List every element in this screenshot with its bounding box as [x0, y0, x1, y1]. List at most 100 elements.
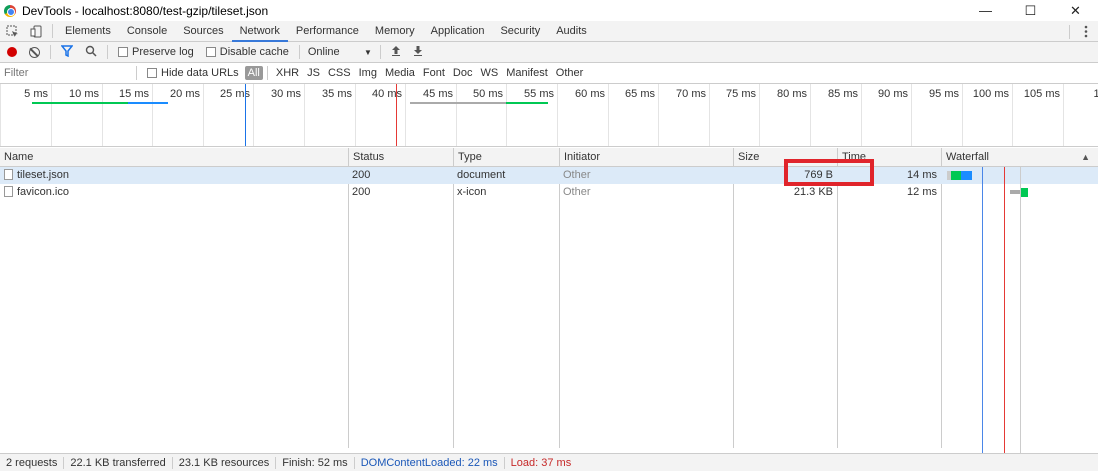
initiator-cell: Other — [563, 186, 591, 198]
filter-type-other[interactable]: Other — [552, 67, 588, 79]
document-icon — [4, 186, 13, 197]
requests-table-body: tileset.json 200 document Other 769 B 14… — [0, 167, 1098, 201]
overview-tick-label: 35 ms — [322, 88, 352, 100]
preserve-log-label: Preserve log — [132, 46, 194, 58]
filter-bar: Hide data URLs All XHR JS CSS Img Media … — [0, 63, 1098, 84]
filter-input[interactable] — [0, 65, 132, 81]
checkbox-box[interactable] — [118, 47, 128, 57]
status-cell: 200 — [352, 186, 371, 198]
filter-type-img[interactable]: Img — [355, 67, 381, 79]
overview-tick-label: 20 ms — [170, 88, 200, 100]
request-name-cell[interactable]: favicon.ico — [0, 184, 348, 201]
column-header-type[interactable]: Type — [453, 148, 559, 167]
toolbar-separator — [107, 45, 108, 59]
overview-green-bar — [506, 102, 548, 104]
filter-type-js[interactable]: JS — [303, 67, 324, 79]
type-cell: x-icon — [457, 186, 487, 198]
finish-time: Finish: 52 ms — [276, 456, 355, 469]
finish-line — [1020, 167, 1021, 453]
network-toolbar: Preserve log Disable cache Online ▼ — [0, 42, 1098, 63]
overview-dom-content-loaded-line — [245, 84, 246, 146]
filter-type-media[interactable]: Media — [381, 67, 419, 79]
tab-elements[interactable]: Elements — [57, 21, 119, 42]
tab-console[interactable]: Console — [119, 21, 175, 42]
table-row[interactable]: favicon.ico 200 x-icon Other 21.3 KB 12 … — [0, 184, 1098, 201]
size-cell: 21.3 KB — [793, 186, 833, 198]
toolbar-separator — [298, 45, 300, 59]
sort-ascending-icon[interactable]: ▲ — [1081, 148, 1090, 167]
tab-performance[interactable]: Performance — [288, 21, 367, 42]
checkbox-box[interactable] — [205, 47, 216, 57]
overview-tick — [1063, 84, 1064, 146]
column-header-name[interactable]: Name — [0, 148, 348, 167]
export-har-icon[interactable] — [413, 45, 423, 59]
more-menu-icon[interactable] — [1074, 21, 1098, 42]
overview-tick-label: 10 ms — [69, 88, 99, 100]
request-name-cell[interactable]: tileset.json — [0, 167, 348, 184]
filter-type-ws[interactable]: WS — [476, 67, 502, 79]
waterfall-download-bar — [961, 171, 972, 180]
requests-count: 2 requests — [0, 456, 65, 469]
overview-tick — [405, 84, 406, 146]
filter-type-font[interactable]: Font — [419, 67, 449, 79]
overview-load-line — [396, 84, 397, 146]
checkbox-box[interactable] — [147, 68, 157, 78]
hide-data-urls-checkbox[interactable]: Hide data URLs — [147, 67, 239, 79]
throttling-value: Online — [307, 46, 340, 58]
throttling-select[interactable]: Online ▼ — [308, 46, 372, 58]
request-name: favicon.ico — [17, 186, 69, 198]
column-header-initiator[interactable]: Initiator — [559, 148, 733, 167]
device-toolbar-icon[interactable] — [24, 21, 48, 42]
overview-tick — [810, 84, 811, 146]
overview-tick — [1012, 84, 1013, 146]
filter-type-xhr[interactable]: XHR — [272, 67, 303, 79]
request-name: tileset.json — [17, 169, 69, 181]
overview-tick-label: 105 ms — [1023, 88, 1060, 100]
chevron-down-icon: ▼ — [363, 47, 372, 57]
overview-green-bar — [32, 102, 128, 104]
tab-audits[interactable]: Audits — [548, 21, 595, 42]
filter-icon[interactable] — [60, 44, 74, 60]
overview-tick-label: 75 ms — [726, 88, 756, 100]
record-icon[interactable] — [7, 47, 17, 57]
dom-content-loaded-time: DOMContentLoaded: 22 ms — [355, 456, 505, 469]
maximize-button[interactable]: ☐ — [1008, 0, 1053, 21]
inspect-element-icon[interactable] — [0, 21, 24, 42]
overview-tick — [911, 84, 912, 146]
load-time: Load: 37 ms — [510, 456, 572, 469]
filter-type-css[interactable]: CSS — [324, 67, 355, 79]
filter-type-all[interactable]: All — [244, 66, 263, 80]
devtools-tabbar: Elements Console Sources Network Perform… — [0, 21, 1098, 42]
overview-tick — [253, 84, 254, 146]
timeline-overview[interactable]: 5 ms 10 ms 15 ms 20 ms 25 ms 30 ms 35 ms 40 ms 4… — [0, 84, 1098, 147]
minimize-button[interactable]: — — [963, 0, 1008, 21]
waterfall-ttfb-bar — [951, 171, 961, 180]
close-button[interactable]: ✕ — [1053, 0, 1098, 21]
overview-tick — [557, 84, 558, 146]
disable-cache-checkbox[interactable]: Disable cache — [205, 46, 289, 58]
tab-sources[interactable]: Sources — [175, 21, 231, 42]
filter-type-doc[interactable]: Doc — [449, 67, 477, 79]
tab-separator — [52, 24, 53, 38]
overview-tick-label: 55 ms — [524, 88, 554, 100]
search-icon[interactable] — [85, 45, 97, 60]
overview-tick-label: 95 ms — [929, 88, 959, 100]
overview-tick — [506, 84, 507, 146]
overview-tick-label: 60 ms — [575, 88, 605, 100]
preserve-log-checkbox[interactable]: Preserve log — [118, 46, 194, 58]
tab-application[interactable]: Application — [423, 21, 493, 42]
type-cell: document — [457, 169, 506, 181]
overview-tick-label: 85 ms — [828, 88, 858, 100]
column-header-waterfall[interactable]: Waterfall — [941, 148, 1098, 167]
column-header-status[interactable]: Status — [348, 148, 453, 167]
tab-security[interactable]: Security — [492, 21, 548, 42]
load-event-line — [1004, 167, 1005, 453]
clear-icon[interactable] — [29, 46, 40, 58]
overview-tick-label: 30 ms — [271, 88, 301, 100]
tab-memory[interactable]: Memory — [367, 21, 423, 42]
menu-separator — [1069, 24, 1070, 39]
table-row[interactable]: tileset.json 200 document Other 769 B 14… — [0, 167, 1098, 184]
tab-network[interactable]: Network — [231, 21, 288, 42]
import-har-icon[interactable] — [391, 45, 401, 59]
filter-type-manifest[interactable]: Manifest — [502, 67, 552, 79]
